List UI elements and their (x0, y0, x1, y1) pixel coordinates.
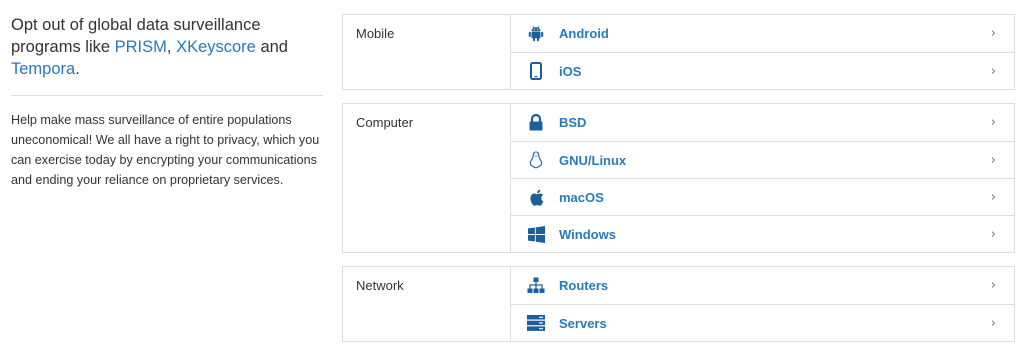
platform-item-gnu-linux[interactable]: GNU/Linux › (511, 141, 1014, 178)
platform-label: iOS (559, 63, 582, 79)
group-items: BSD › GNU/Linux › macOS › Windows › (511, 104, 1014, 252)
link-tempora[interactable]: Tempora (11, 60, 75, 78)
windows-icon (527, 225, 545, 243)
category-label: Computer (343, 104, 511, 252)
chevron-right-icon: › (990, 63, 996, 79)
platform-item-ios[interactable]: iOS › (511, 52, 1014, 89)
chevron-right-icon: › (990, 115, 996, 130)
chevron-right-icon: › (990, 226, 996, 242)
chevron-right-icon: › (990, 278, 996, 293)
phone-icon (527, 62, 545, 80)
platform-item-routers[interactable]: Routers › (511, 267, 1014, 304)
platform-label: Servers (559, 315, 607, 331)
platform-label: GNU/Linux (559, 152, 627, 168)
platform-item-servers[interactable]: Servers › (511, 304, 1014, 341)
chevron-right-icon: › (990, 26, 996, 41)
platform-item-android[interactable]: Android › (511, 15, 1014, 52)
platform-item-macos[interactable]: macOS › (511, 178, 1014, 215)
chevron-right-icon: › (990, 315, 996, 331)
platform-item-windows[interactable]: Windows › (511, 215, 1014, 252)
platform-groups: Mobile Android › iOS › Computer BSD › GN… (342, 14, 1015, 342)
lock-icon (527, 114, 545, 132)
intro-description: Help make mass surveillance of entire po… (11, 113, 320, 187)
group-network: Network Routers › Servers › (342, 266, 1015, 342)
linux-icon (527, 151, 545, 169)
platform-label: Android (559, 26, 609, 41)
platform-label: Windows (559, 226, 616, 242)
link-prism[interactable]: PRISM (115, 38, 167, 56)
divider (11, 95, 323, 96)
sitemap-icon (527, 277, 545, 295)
category-label: Network (343, 267, 511, 341)
category-label: Mobile (343, 15, 511, 89)
platform-label: macOS (559, 189, 604, 205)
link-xkeyscore[interactable]: XKeyscore (176, 38, 256, 56)
headline-separator: and (255, 38, 288, 56)
platform-label: Routers (559, 278, 609, 293)
chevron-right-icon: › (990, 189, 996, 205)
platform-label: BSD (559, 115, 587, 130)
apple-icon (527, 188, 545, 206)
android-icon (527, 25, 545, 43)
group-items: Routers › Servers › (511, 267, 1014, 341)
server-icon (527, 314, 545, 332)
group-mobile: Mobile Android › iOS › (342, 14, 1015, 90)
intro-headline: Opt out of global data surveillance prog… (11, 14, 323, 80)
headline-separator: , (166, 38, 177, 56)
headline-end: . (75, 60, 80, 78)
chevron-right-icon: › (990, 152, 996, 168)
group-computer: Computer BSD › GNU/Linux › macOS › Windo… (342, 103, 1015, 253)
platform-item-bsd[interactable]: BSD › (511, 104, 1014, 141)
group-items: Android › iOS › (511, 15, 1014, 89)
intro-panel: Opt out of global data surveillance prog… (11, 14, 323, 190)
